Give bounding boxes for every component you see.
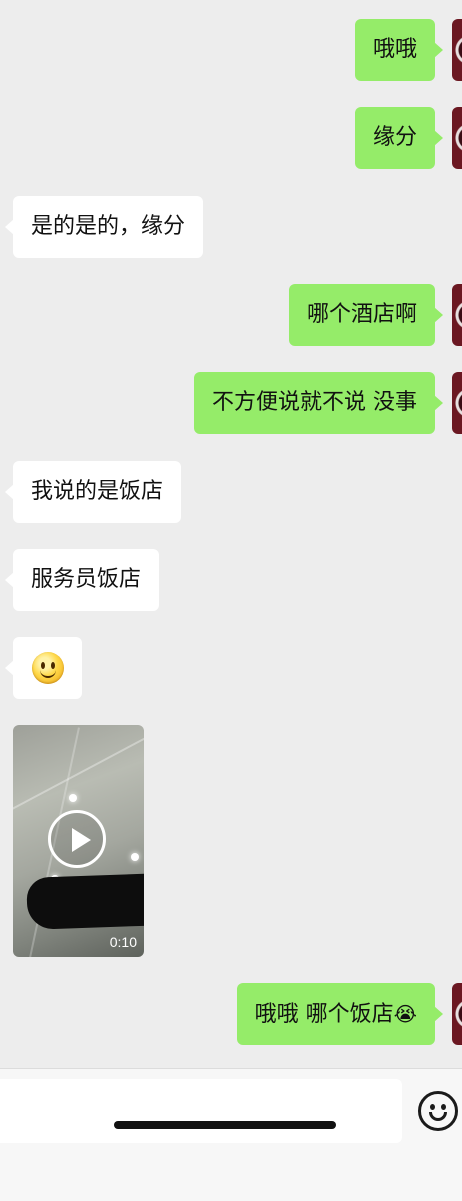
video-duration: 0:10 (109, 934, 137, 950)
sender-avatar[interactable] (452, 284, 462, 346)
home-indicator[interactable] (114, 1121, 336, 1129)
crying-laughing-emoji-icon: 😭 (393, 1002, 417, 1026)
smiley-face-icon[interactable] (418, 1091, 458, 1131)
sender-avatar[interactable] (452, 19, 462, 81)
message-bubble-incoming[interactable]: 是的是的，缘分 (4, 196, 204, 258)
redaction-mark (26, 872, 144, 930)
sender-avatar[interactable] (452, 983, 462, 1045)
message-bubble-outgoing[interactable]: 缘分 (354, 107, 444, 169)
message-bubble-outgoing[interactable]: 哦哦 哪个饭店😭 (236, 983, 444, 1045)
smile-emoji-icon (32, 652, 64, 684)
chat-area: 哦哦 缘分 是的是的，缘分 哪个酒店啊 不方便说就不说 没事 我说的是饭店 服务… (0, 0, 462, 1068)
message-bubble-outgoing[interactable]: 哦哦 (354, 19, 444, 81)
input-bar (0, 1068, 462, 1201)
message-input[interactable] (0, 1079, 402, 1143)
video-message-thumbnail[interactable]: 0:10 (13, 725, 144, 957)
sender-avatar[interactable] (452, 372, 462, 434)
message-bubble-outgoing[interactable]: 不方便说就不说 没事 (194, 372, 443, 434)
message-text: 哦哦 哪个饭店 (254, 1002, 394, 1027)
message-bubble-outgoing[interactable]: 哪个酒店啊 (288, 284, 444, 346)
sender-avatar[interactable] (452, 107, 462, 169)
message-bubble-incoming[interactable]: 服务员饭店 (4, 549, 160, 611)
message-bubble-incoming[interactable]: 我说的是饭店 (4, 461, 182, 523)
play-icon[interactable] (48, 810, 106, 868)
